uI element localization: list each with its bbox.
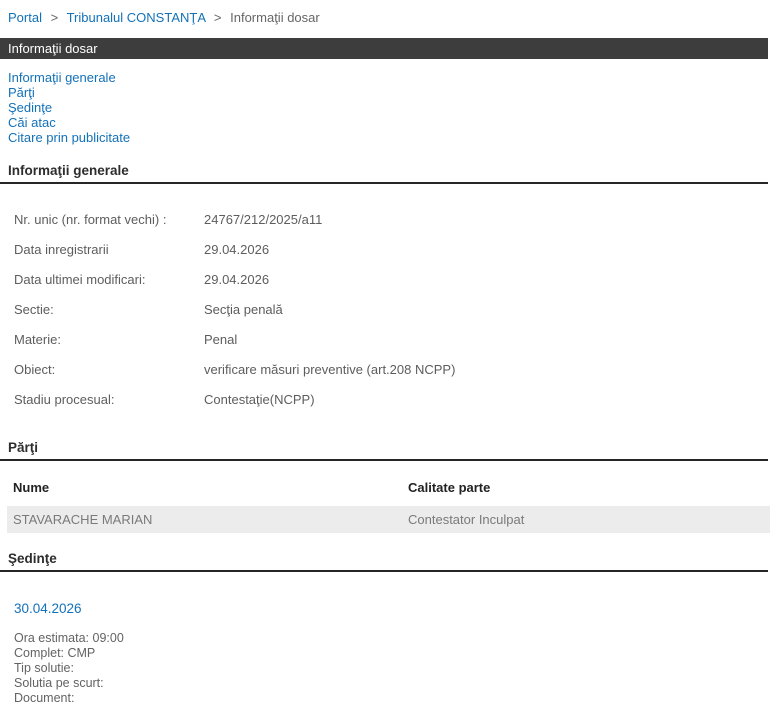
field-row: Materie: Penal (14, 332, 779, 362)
breadcrumb-link-portal[interactable]: Portal (8, 10, 42, 25)
field-row: Stadiu procesual: Contestaţie(NCPP) (14, 392, 779, 422)
section-heading-informatii-generale: Informaţii generale (0, 163, 768, 184)
field-label-data-inregistrarii: Data inregistrarii (14, 242, 109, 257)
field-label-sectie: Sectie: (14, 302, 54, 317)
field-row: Data inregistrarii 29.04.2026 (14, 242, 779, 272)
hearing-detail-document: Document: (14, 691, 75, 705)
parties-table: Nume Calitate parte STAVARACHE MARIAN Co… (0, 461, 779, 533)
hearing-detail-solutia-pe-scurt: Solutia pe scurt: (14, 676, 104, 690)
field-value-sectie: Secţia penală (204, 302, 283, 317)
nav-link-sedinte[interactable]: Şedinţe (8, 100, 779, 115)
breadcrumb-separator: > (50, 10, 59, 25)
column-header-nume: Nume (13, 480, 50, 495)
field-label-materie: Materie: (14, 332, 61, 347)
hearing-detail-complet: Complet: CMP (14, 646, 96, 660)
column-header-calitate-parte: Calitate parte (408, 480, 491, 495)
case-details-page: Portal > Tribunalul CONSTANŢA > Informaţ… (0, 0, 779, 706)
hearing-date-link[interactable]: 30.04.2026 (14, 601, 82, 616)
party-role: Contestator Inculpat (408, 512, 525, 527)
nav-link-informatii-generale[interactable]: Informaţii generale (8, 70, 779, 85)
field-value-obiect: verificare măsuri preventive (art.208 NC… (204, 362, 456, 377)
field-row: Nr. unic (nr. format vechi) : 24767/212/… (14, 212, 779, 242)
hearing-item: 30.04.2026 Ora estimata: 09:00 Complet: … (0, 572, 779, 706)
breadcrumb: Portal > Tribunalul CONSTANŢA > Informaţ… (0, 0, 779, 25)
field-value-nr-unic: 24767/212/2025/a11 (204, 212, 323, 227)
field-row: Sectie: Secţia penală (14, 302, 779, 332)
field-value-materie: Penal (204, 332, 238, 347)
general-info-fields: Nr. unic (nr. format vechi) : 24767/212/… (0, 184, 779, 422)
hearing-details: Ora estimata: 09:00 Complet: CMP Tip sol… (14, 631, 779, 706)
nav-link-citare-prin-publicitate[interactable]: Citare prin publicitate (8, 130, 779, 145)
hearing-detail-tip-solutie: Tip solutie: (14, 661, 74, 675)
breadcrumb-link-court[interactable]: Tribunalul CONSTANŢA (67, 10, 206, 25)
field-label-data-modificarii: Data ultimei modificari: (14, 272, 146, 287)
section-heading-sedinte: Şedinţe (0, 551, 768, 572)
parties-table-header: Nume Calitate parte (0, 480, 779, 496)
nav-link-cai-atac[interactable]: Căi atac (8, 115, 779, 130)
field-label-nr-unic: Nr. unic (nr. format vechi) : (14, 212, 167, 227)
field-label-stadiu-procesual: Stadiu procesual: (14, 392, 115, 407)
field-row: Obiect: verificare măsuri preventive (ar… (14, 362, 779, 392)
field-value-data-inregistrarii: 29.04.2026 (204, 242, 270, 257)
field-row: Data ultimei modificari: 29.04.2026 (14, 272, 779, 302)
field-value-data-modificarii: 29.04.2026 (204, 272, 270, 287)
section-heading-parti: Părţi (0, 440, 768, 461)
hearing-detail-ora-estimata: Ora estimata: 09:00 (14, 631, 124, 645)
field-label-obiect: Obiect: (14, 362, 56, 377)
table-row: STAVARACHE MARIAN Contestator Inculpat (7, 506, 770, 533)
breadcrumb-current: Informaţii dosar (230, 10, 320, 25)
nav-link-parti[interactable]: Părţi (8, 85, 779, 100)
page-title: Informaţii dosar (8, 41, 98, 56)
party-name: STAVARACHE MARIAN (13, 512, 153, 527)
page-title-bar: Informaţii dosar (0, 38, 768, 59)
breadcrumb-separator: > (213, 10, 222, 25)
section-nav: Informaţii generale Părţi Şedinţe Căi at… (0, 59, 779, 145)
field-value-stadiu-procesual: Contestaţie(NCPP) (204, 392, 315, 407)
